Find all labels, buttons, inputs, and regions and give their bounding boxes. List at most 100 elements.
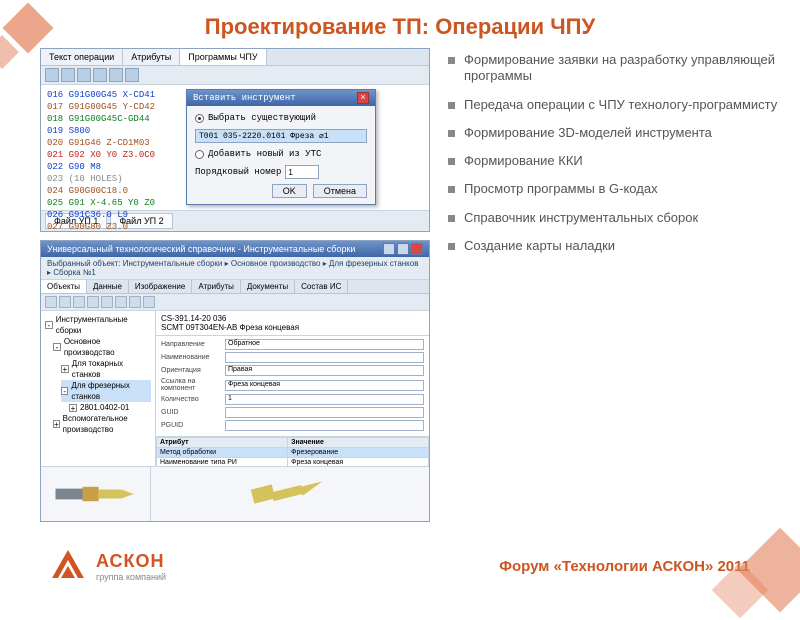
attribute-grid: Атрибут Значение Метод обработкиФрезеров… bbox=[156, 437, 429, 466]
expand-icon[interactable]: + bbox=[69, 404, 77, 412]
ref-tab[interactable]: Документы bbox=[241, 280, 295, 293]
tree-node[interactable]: +Для токарных станков bbox=[61, 358, 151, 380]
tool-3d-preview-right bbox=[151, 467, 429, 521]
toolbar-icon[interactable] bbox=[101, 296, 113, 308]
reference-titlebar: Универсальный технологический справочник… bbox=[41, 241, 429, 257]
form-label: Ориентация bbox=[161, 367, 221, 374]
code-window: Текст операции Атрибуты Программы ЧПУ 01… bbox=[40, 48, 430, 232]
tree-node[interactable]: +Вспомогательное производство bbox=[53, 413, 151, 435]
code-body: 016 G91G00G45 X-CD41017 G91G00G45 Y-CD42… bbox=[41, 85, 429, 210]
category-tree[interactable]: -Инструментальные сборки-Основное произв… bbox=[41, 311, 156, 466]
toolbar-icon[interactable] bbox=[115, 296, 127, 308]
radio-existing-label: Выбрать существующий bbox=[208, 112, 316, 124]
cell-attr: Метод обработки bbox=[157, 448, 288, 458]
tree-node[interactable]: -Инструментальные сборки bbox=[45, 314, 151, 336]
form-row: Наименование bbox=[161, 352, 424, 363]
table-row[interactable]: Наименование типа РИФреза концевая bbox=[157, 458, 429, 467]
index-input[interactable] bbox=[285, 165, 319, 179]
property-form: НаправлениеОбратное Наименование Ориентаци… bbox=[156, 336, 429, 437]
table-row[interactable]: Метод обработкиФрезерование bbox=[157, 448, 429, 458]
ref-tab[interactable]: Состав ИС bbox=[295, 280, 348, 293]
corner-deco-br bbox=[670, 500, 800, 620]
toolbar-icon[interactable] bbox=[129, 296, 141, 308]
tab-attributes[interactable]: Атрибуты bbox=[123, 49, 180, 65]
form-field[interactable] bbox=[225, 352, 424, 363]
form-row: GUID bbox=[161, 407, 424, 418]
cell-value: Фреза концевая bbox=[288, 458, 429, 467]
form-label: PGUID bbox=[161, 422, 221, 429]
cancel-button[interactable]: Отмена bbox=[313, 184, 367, 198]
code-toolbar bbox=[41, 66, 429, 85]
form-row: Ссылка на компонент Фреза концевая bbox=[161, 378, 424, 392]
ref-tab[interactable]: Атрибуты bbox=[192, 280, 241, 293]
form-label: Ссылка на компонент bbox=[161, 378, 221, 392]
insert-tool-dialog: Вставить инструмент × Выбрать существующ… bbox=[186, 89, 376, 205]
radio-existing[interactable] bbox=[195, 114, 204, 123]
toolbar-icon[interactable] bbox=[109, 68, 123, 82]
bullet-item: Справочник инструментальных сборок bbox=[448, 210, 780, 226]
bullet-item: Формирование ККИ bbox=[448, 153, 780, 169]
reference-title: Универсальный технологический справочник… bbox=[47, 244, 355, 254]
close-icon[interactable] bbox=[411, 243, 423, 255]
form-field[interactable] bbox=[225, 407, 424, 418]
corner-deco-tl bbox=[0, 0, 80, 80]
brand-logo: АСКОН группа компаний bbox=[50, 548, 166, 584]
toolbar-icon[interactable] bbox=[125, 68, 139, 82]
min-icon[interactable] bbox=[383, 243, 395, 255]
tab-nc-programs[interactable]: Программы ЧПУ bbox=[180, 49, 266, 65]
code-line: 027 G90G80 Z3.0 bbox=[47, 221, 423, 233]
list-item[interactable]: CS-391.14-20 036 bbox=[161, 314, 424, 323]
form-label: Количество bbox=[161, 396, 221, 403]
toolbar-icon[interactable] bbox=[73, 296, 85, 308]
breadcrumb-bar: Выбранный объект: Инструментальные сборк… bbox=[41, 257, 429, 280]
ref-tab[interactable]: Объекты bbox=[41, 280, 87, 293]
toolbar-icon[interactable] bbox=[93, 68, 107, 82]
form-field[interactable]: Правая bbox=[225, 365, 424, 376]
form-row: Ориентация Правая bbox=[161, 365, 424, 376]
form-row: PGUID bbox=[161, 420, 424, 431]
tree-node-label: Основное производство bbox=[64, 336, 151, 358]
tool-select-field[interactable]: T001 035-2220.0101 Фреза ⌀1 bbox=[195, 129, 367, 143]
tree-node[interactable]: +2801.0402-01 bbox=[69, 402, 151, 413]
tree-node[interactable]: -Основное производство bbox=[53, 336, 151, 358]
radio-new-uts[interactable] bbox=[195, 150, 204, 159]
tool-3d-preview-left bbox=[41, 467, 151, 521]
ok-button[interactable]: OK bbox=[272, 184, 307, 198]
toolbar-icon[interactable] bbox=[59, 296, 71, 308]
tree-node-label: 2801.0402-01 bbox=[80, 402, 129, 413]
form-row: НаправлениеОбратное bbox=[161, 339, 424, 350]
bullet-item: Передача операции с ЧПУ технологу-програ… bbox=[448, 97, 780, 113]
feature-bullets: Формирование заявки на разработку управл… bbox=[448, 48, 780, 254]
bullet-item: Создание карты наладки bbox=[448, 238, 780, 254]
expand-icon[interactable]: + bbox=[53, 420, 60, 428]
grid-header-val: Значение bbox=[288, 438, 429, 448]
bullet-item: Формирование 3D-моделей инструмента bbox=[448, 125, 780, 141]
reference-toolbar bbox=[41, 294, 429, 311]
cell-value: Фрезерование bbox=[288, 448, 429, 458]
max-icon[interactable] bbox=[397, 243, 409, 255]
ref-tab[interactable]: Изображение bbox=[129, 280, 192, 293]
list-item[interactable]: SCMT 09T304EN-AB Фреза концевая bbox=[161, 323, 424, 332]
ref-tab[interactable]: Данные bbox=[87, 280, 129, 293]
ascon-logo-icon bbox=[50, 548, 86, 584]
code-line: 026 G91C36.0 L9 bbox=[47, 209, 423, 221]
toolbar-icon[interactable] bbox=[45, 296, 57, 308]
expand-icon[interactable]: - bbox=[45, 321, 53, 329]
form-field[interactable]: Фреза концевая bbox=[225, 380, 424, 391]
tree-node-label: Вспомогательное производство bbox=[63, 413, 151, 435]
item-list[interactable]: CS-391.14-20 036 SCMT 09T304EN-AB Фреза … bbox=[156, 311, 429, 336]
form-row: Количество 1 bbox=[161, 394, 424, 405]
form-field[interactable]: Обратное bbox=[225, 339, 424, 350]
expand-icon[interactable]: + bbox=[61, 365, 69, 373]
close-icon[interactable]: × bbox=[357, 92, 369, 104]
expand-icon[interactable]: - bbox=[61, 387, 68, 395]
form-field[interactable] bbox=[225, 420, 424, 431]
expand-icon[interactable]: - bbox=[53, 343, 61, 351]
tree-node[interactable]: -Для фрезерных станков bbox=[61, 380, 151, 402]
toolbar-icon[interactable] bbox=[143, 296, 155, 308]
toolbar-icon[interactable] bbox=[87, 296, 99, 308]
brand-name: АСКОН bbox=[96, 551, 166, 572]
form-field[interactable]: 1 bbox=[225, 394, 424, 405]
reference-window: Универсальный технологический справочник… bbox=[40, 240, 430, 522]
form-label: GUID bbox=[161, 409, 221, 416]
